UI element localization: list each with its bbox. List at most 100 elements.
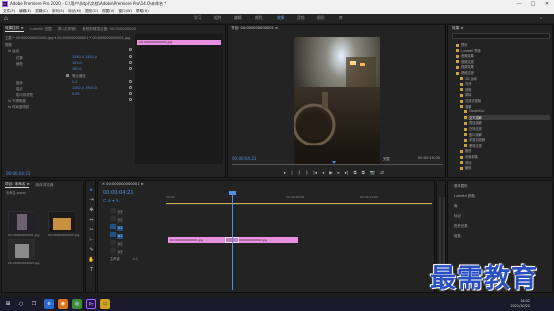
effects-tree-item[interactable]: 3D 运动	[460, 76, 550, 81]
menu-view[interactable]: 视图(V)	[102, 9, 114, 14]
lift-icon[interactable]: ⧉	[354, 170, 357, 176]
track-target-toggle[interactable]	[110, 224, 116, 229]
pen-tool-icon[interactable]: ✎	[88, 247, 95, 254]
hand-tool-icon[interactable]: ✋	[88, 257, 95, 264]
workspace-assembly[interactable]: 组件	[214, 15, 222, 21]
menu-edit[interactable]: 编辑(E)	[19, 9, 31, 14]
tab-source[interactable]: 源:(无剪辑)	[58, 27, 76, 32]
track-target-toggle[interactable]	[110, 232, 116, 237]
menu-help[interactable]: 帮助(H)	[136, 9, 149, 14]
app-icon-green[interactable]: ◎	[72, 299, 82, 309]
effects-tree-item[interactable]: 缩放	[460, 165, 550, 170]
system-clock[interactable]: 16:02 2021/10/22	[510, 299, 530, 309]
keyframe-rotation-icon[interactable]	[129, 80, 132, 83]
effects-tree-item[interactable]: 滑动	[460, 160, 550, 165]
effects-tree-item[interactable]: 视频过渡	[456, 70, 550, 75]
effects-search-input[interactable]	[452, 33, 550, 39]
panel-essential-graphics[interactable]: 基本图形	[454, 183, 468, 188]
browser-icon[interactable]: e	[44, 299, 54, 309]
type-tool-icon[interactable]: T	[88, 267, 95, 274]
program-timecode[interactable]: 00:00:04:21	[232, 156, 256, 161]
workspace-libraries[interactable]: 库	[339, 15, 343, 21]
tab-effect-controls[interactable]: 效果控件 ≡	[5, 26, 24, 32]
minimize-button[interactable]: —	[512, 0, 526, 8]
selection-tool-icon[interactable]: ▸	[88, 187, 95, 194]
add-marker-icon[interactable]: ▸	[284, 171, 286, 176]
motion-effect-label[interactable]: fx 运动	[8, 48, 19, 53]
effects-tree-item[interactable]: 音频效果	[456, 53, 550, 58]
effects-tree-item[interactable]: 视频效果	[456, 64, 550, 69]
program-playhead[interactable]	[332, 161, 336, 164]
tab-media-browser[interactable]: 媒体浏览器	[35, 183, 53, 188]
mark-out-icon[interactable]: }	[306, 171, 309, 176]
track-select-tool-icon[interactable]: ⇥	[88, 197, 95, 204]
effect-controls-clip[interactable]: 00:000000000001.jpg	[137, 40, 221, 45]
panel-info[interactable]: 信息	[454, 233, 461, 238]
razor-tool-icon[interactable]: ✂	[88, 227, 95, 234]
rate-stretch-tool-icon[interactable]: ⇔	[88, 217, 95, 224]
timeline-timecode[interactable]: 00:00:04:21	[103, 190, 134, 196]
keyframe-scale-width-icon[interactable]	[129, 67, 132, 70]
anchor-point-value[interactable]: 1280.0 1920.0	[72, 86, 97, 90]
menu-markers[interactable]: 标记(M)	[68, 9, 81, 14]
export-frame-icon[interactable]: 📷	[370, 171, 375, 176]
keyframe-anchor-icon[interactable]	[129, 86, 132, 89]
workspace-editing[interactable]: 编辑	[234, 15, 242, 21]
close-button[interactable]: ✕	[540, 0, 554, 8]
reset-opacity-icon[interactable]	[129, 98, 132, 101]
effects-tree-item[interactable]: 黑场过渡	[464, 143, 550, 148]
tab-lumetri-scopes[interactable]: Lumetri 范围	[30, 27, 52, 32]
position-value[interactable]: 1280.0 1920.0	[72, 55, 97, 59]
panel-lumetri-color[interactable]: Lumetri 颜色	[454, 193, 475, 198]
effects-tree-item[interactable]: 内滑	[460, 81, 550, 86]
reset-motion-icon[interactable]	[129, 48, 132, 51]
program-monitor-title[interactable]: 节目: 00:000000000001 ≡	[231, 26, 278, 31]
mark-in-icon[interactable]: {	[298, 171, 301, 176]
clip-selector[interactable]: 主要 * 00:000000000001.jpg ▾ 00:0000000000…	[5, 35, 130, 40]
keyframe-antiflicker-icon[interactable]	[129, 92, 132, 95]
program-scrub-bar[interactable]	[232, 164, 443, 167]
timeline-settings-icon[interactable]: ✎	[116, 198, 119, 203]
linked-selection-icon[interactable]: ⊘	[108, 198, 111, 203]
ripple-edit-tool-icon[interactable]: ✥	[88, 207, 95, 214]
effects-tree-item[interactable]: 划像	[460, 87, 550, 92]
effect-controls-timecode[interactable]: 00:00:04:21	[6, 171, 30, 176]
time-remap-effect-label[interactable]: fx 时间重映射	[8, 104, 29, 109]
workspace-color[interactable]: 颜色	[255, 15, 263, 21]
track-target-toggle[interactable]	[110, 208, 116, 213]
play-icon[interactable]: ▶	[329, 171, 332, 176]
effects-tree-item[interactable]: 擦除	[460, 92, 550, 97]
effects-tree-item[interactable]: 页面剥落	[460, 154, 550, 159]
add-marker-icon[interactable]: ▾	[112, 198, 114, 203]
scale-width-value[interactable]: 100.0	[72, 67, 82, 71]
zoom-fit-select[interactable]: 完整	[383, 156, 390, 161]
compare-icon[interactable]: ⇄	[380, 171, 384, 176]
scale-value[interactable]: 100.0	[72, 61, 82, 65]
go-to-in-icon[interactable]: |◂	[313, 171, 317, 176]
snap-icon[interactable]: ⊏	[103, 198, 106, 203]
effects-panel-title[interactable]: 效果 ≡	[452, 26, 463, 31]
search-icon[interactable]: ○	[16, 299, 26, 309]
panel-libraries[interactable]: 库	[454, 203, 457, 208]
start-icon[interactable]: ⊞	[3, 299, 13, 309]
maximize-button[interactable]: □	[526, 0, 540, 8]
premiere-taskbar-icon[interactable]: Pr	[86, 299, 96, 309]
workspace-effects[interactable]: 效果	[277, 15, 285, 21]
menu-window[interactable]: 窗口(W)	[118, 9, 132, 14]
effects-tree-item[interactable]: 沉浸式视频	[460, 98, 550, 103]
effects-tree-item[interactable]: 叠加溶解	[464, 120, 550, 125]
track-target-toggle[interactable]	[110, 216, 116, 221]
tab-project[interactable]: 项目: 未命名 ≡	[5, 182, 30, 188]
keyframe-position-icon[interactable]	[129, 55, 132, 58]
panel-markers[interactable]: 标记	[454, 213, 461, 218]
project-thumb-3[interactable]	[8, 239, 35, 260]
timeline-clip-1[interactable]: 00:000000000001.jpg	[168, 237, 232, 243]
task-view-icon[interactable]: ❐	[29, 299, 39, 309]
timeline-sequence-tab[interactable]: ✕ 00:000000000001 ≡	[102, 182, 144, 186]
go-to-out-icon[interactable]: ▸|	[345, 171, 349, 176]
effects-tree-item[interactable]: 白场过渡	[464, 126, 550, 131]
menu-sequence[interactable]: 序列(S)	[52, 9, 64, 14]
menu-graphics[interactable]: 图形(G)	[85, 9, 98, 14]
project-thumb-1[interactable]	[8, 211, 35, 232]
opacity-effect-label[interactable]: fx 不透明度	[8, 98, 26, 103]
